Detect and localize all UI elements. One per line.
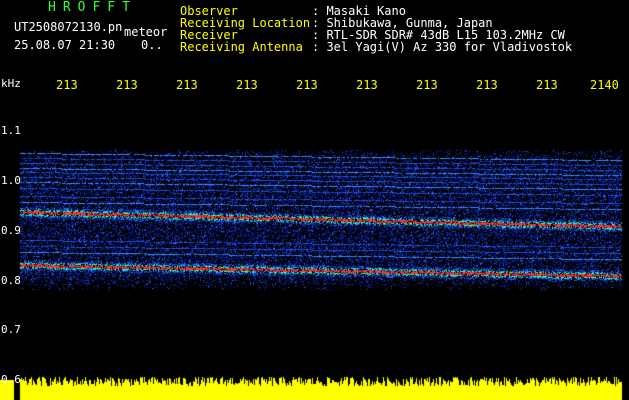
frequency-unit-label: kHz [1, 77, 21, 90]
time-tick-label: 213 [56, 78, 78, 92]
time-tick-label: 213 [176, 78, 198, 92]
y-tick-label: 0.6 [1, 373, 21, 386]
y-tick-label: 0.7 [1, 323, 21, 336]
capture-counter: 0.. [141, 38, 163, 52]
time-tick-label: 2140 [590, 78, 619, 92]
time-tick-label: 213 [536, 78, 558, 92]
time-tick-label: 213 [116, 78, 138, 92]
y-tick-label: 1.1 [1, 124, 21, 137]
time-tick-label: 213 [236, 78, 258, 92]
time-tick-label: 213 [296, 78, 318, 92]
y-tick-label: 0.8 [1, 274, 21, 287]
time-tick-label: 213 [476, 78, 498, 92]
antenna-label: Receiving Antenna [180, 40, 303, 54]
file-name: UT2508072130.pn [14, 20, 123, 34]
time-tick-label: 213 [416, 78, 438, 92]
capture-datetime: 25.08.07 21:30 [14, 38, 116, 52]
hrofft-window: HROFFT UT2508072130.pn meteor 25.08.07 2… [0, 0, 629, 400]
time-tick-label: 213 [356, 78, 378, 92]
y-tick-label: 0.9 [1, 224, 21, 237]
spectrogram-canvas [0, 0, 629, 400]
y-tick-label: 1.0 [1, 174, 21, 187]
app-title: HROFFT [48, 0, 137, 15]
file-tag: meteor [124, 25, 168, 39]
antenna-value: : 3el Yagi(V) Az 330 for Vladivostok [312, 40, 573, 54]
